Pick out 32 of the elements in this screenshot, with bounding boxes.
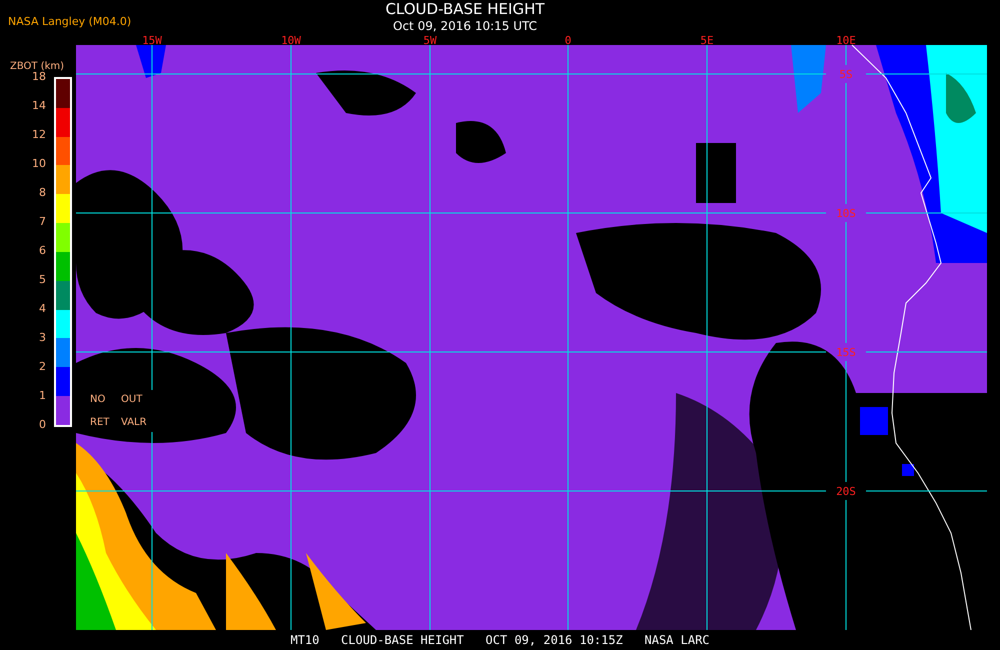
timestamp: Oct 09, 2016 10:15 UTC (393, 19, 537, 33)
legend-tick-label: 1 (38, 390, 46, 402)
legend-tick-label: 14 (32, 100, 46, 112)
legend-tick-label: 6 (38, 245, 46, 257)
latitude-label: 20S (836, 485, 856, 498)
map-title: CLOUD-BASE HEIGHT (385, 0, 545, 19)
legend-tick-label: 0 (38, 419, 46, 431)
legend-flag-label: OUT (121, 394, 144, 405)
longitude-label: 10W (281, 34, 301, 47)
legend-title: ZBOT (km) (9, 61, 64, 72)
legend-tick-label: 4 (38, 303, 46, 315)
legend-flag-label: VALR (121, 417, 148, 428)
legend-tick-label: 12 (32, 129, 46, 141)
footer-caption: MT10 CLOUD-BASE HEIGHT OCT 09, 2016 10:15Z NASA LARC (290, 633, 710, 647)
legend-tick-label: 7 (38, 216, 46, 228)
longitude-label: 5W (423, 34, 437, 47)
longitude-label: 15W (142, 34, 162, 47)
longitude-label: 0 (564, 34, 572, 47)
latitude-label: 10S (836, 207, 856, 220)
latitude-label: 5S (839, 68, 853, 81)
legend-tick-label: 10 (32, 158, 46, 170)
legend-tick-label: 2 (38, 361, 46, 373)
longitude-label: 5E (700, 34, 714, 47)
legend-flag-label: NO (90, 394, 106, 405)
legend-tick-label: 3 (38, 332, 46, 344)
legend-tick-label: 18 (32, 71, 46, 83)
legend-tick-label: 5 (38, 274, 46, 286)
source-label: NASA Langley (M04.0) (7, 14, 132, 28)
latitude-label: 15S (836, 346, 856, 359)
legend-tick-label: 8 (38, 187, 46, 199)
longitude-label: 10E (836, 34, 856, 47)
legend-flag-label: RET (90, 417, 110, 428)
